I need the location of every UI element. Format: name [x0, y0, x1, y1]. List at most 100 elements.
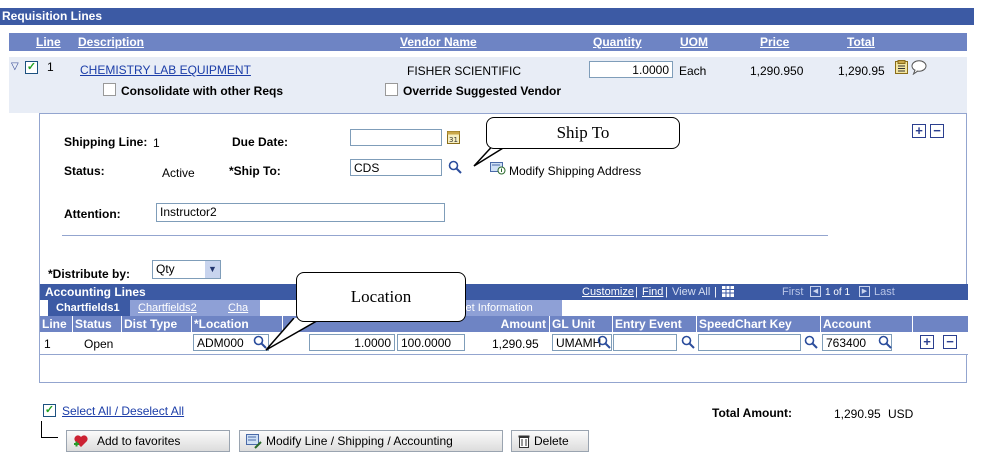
view-all-link[interactable]: View All	[672, 286, 710, 298]
accounting-row: 1 Open ADM000 1.0000 100.0000 1,290.95 U…	[40, 332, 968, 355]
col-vendor-name[interactable]: Vendor Name	[400, 35, 477, 50]
acc-col-amount: Amount	[468, 316, 550, 332]
delete-distribution-row-button[interactable]: −	[943, 335, 957, 349]
divider	[62, 235, 828, 236]
calendar-icon[interactable]: 31	[447, 130, 460, 147]
accounting-lines-bar: Accounting Lines Customize | Find | View…	[40, 284, 968, 300]
acc-col-entry-event: Entry Event	[613, 316, 697, 332]
section-title-bar: Requisition Lines	[0, 8, 974, 25]
col-uom[interactable]: UOM	[680, 35, 708, 50]
status-label: Status:	[64, 164, 105, 178]
shipping-line-value: 1	[153, 136, 160, 150]
price-value: 1,290.950	[750, 64, 804, 78]
ship-to-lookup-icon[interactable]	[448, 160, 462, 177]
prev-icon[interactable]: ◀	[810, 286, 821, 297]
delete-label: Delete	[534, 434, 569, 448]
delete-button[interactable]: Delete	[511, 430, 589, 452]
total-amount-label: Total Amount:	[712, 406, 792, 420]
acc-col-status: Status	[73, 316, 122, 332]
next-icon[interactable]: ▶	[859, 286, 870, 297]
comment-icon[interactable]	[911, 60, 927, 78]
acc-col-dist-type: Dist Type	[122, 316, 192, 332]
nav-separator: |	[635, 286, 638, 298]
consolidate-checkbox[interactable]	[103, 83, 116, 96]
ship-to-input[interactable]: CDS	[350, 159, 442, 176]
entry-event-lookup-icon[interactable]	[681, 335, 695, 352]
acc-amount: 1,290.95	[492, 337, 539, 351]
tab-chartfields3[interactable]: Cha	[220, 300, 260, 316]
modify-line-label: Modify Line / Shipping / Accounting	[266, 434, 453, 448]
line-select-checkbox[interactable]: ✓	[25, 61, 38, 74]
ship-to-callout-text: Ship To	[556, 123, 610, 142]
location-callout-pointer	[265, 318, 323, 351]
vendor-name: FISHER SCIENTIFIC	[407, 64, 522, 78]
shipping-line-label: Shipping Line:	[64, 135, 148, 149]
delete-schedule-button[interactable]: −	[930, 124, 944, 138]
col-description[interactable]: Description	[78, 35, 144, 50]
ship-to-label: *Ship To:	[229, 164, 281, 178]
acc-line-number: 1	[44, 337, 51, 351]
heart-icon	[74, 435, 88, 447]
distribute-by-value: Qty	[156, 262, 175, 276]
entry-event-input[interactable]	[613, 334, 677, 351]
col-price[interactable]: Price	[760, 35, 789, 50]
requisition-line-row: ▽ ✓ 1 CHEMISTRY LAB EQUIPMENT FISHER SCI…	[9, 57, 967, 113]
accounting-lines-title: Accounting Lines	[45, 285, 146, 299]
speedchart-lookup-icon[interactable]	[804, 335, 818, 352]
find-link[interactable]: Find	[642, 286, 663, 298]
ship-to-callout: Ship To	[486, 117, 680, 149]
accounting-grid-header: Line Status Dist Type *Location Amount G…	[40, 316, 968, 332]
total-value: 1,290.95	[838, 64, 885, 78]
override-vendor-checkbox[interactable]	[385, 83, 398, 96]
last-link: Last	[874, 286, 895, 298]
quantity-input[interactable]: 1.0000	[589, 61, 673, 78]
customize-link[interactable]: Customize	[582, 286, 634, 298]
distribute-by-label: *Distribute by:	[48, 267, 131, 281]
modify-line-icon	[246, 433, 262, 449]
add-schedule-button[interactable]: +	[912, 124, 926, 138]
col-quantity[interactable]: Quantity	[593, 35, 642, 50]
select-all-link[interactable]: Select All / Deselect All	[62, 404, 184, 418]
section-title: Requisition Lines	[2, 9, 103, 23]
line-number: 1	[47, 60, 54, 74]
uom-value: Each	[679, 64, 707, 78]
location-callout: Location	[296, 272, 466, 322]
pager-text: 1 of 1	[825, 287, 851, 298]
select-all-checkbox[interactable]: ✓	[43, 404, 56, 417]
tab-chartfields2[interactable]: Chartfields2	[130, 300, 220, 316]
add-to-favorites-label: Add to favorites	[97, 434, 181, 448]
col-total[interactable]: Total	[847, 35, 875, 50]
distribution-percent-input[interactable]: 100.0000	[397, 334, 465, 351]
add-to-favorites-button[interactable]: Add to favorites	[66, 430, 230, 452]
acc-col-gl-unit: GL Unit	[550, 316, 613, 332]
tab-chartfields1[interactable]: Chartfields1	[48, 300, 130, 316]
consolidate-label: Consolidate with other Reqs	[121, 84, 284, 98]
account-lookup-icon[interactable]	[878, 335, 892, 352]
acc-col-speedchart: SpeedChart Key	[697, 316, 821, 332]
notes-icon[interactable]	[895, 60, 908, 74]
line-description-link[interactable]: CHEMISTRY LAB EQUIPMENT	[80, 63, 251, 77]
attention-input[interactable]: Instructor2	[156, 203, 445, 222]
nav-separator: |	[714, 286, 717, 298]
override-vendor-label: Override Suggested Vendor	[403, 84, 562, 98]
total-amount-value: 1,290.95	[834, 407, 881, 421]
attention-label: Attention:	[64, 207, 121, 221]
trash-icon	[518, 435, 530, 448]
first-link: First	[782, 286, 804, 298]
download-grid-icon[interactable]	[722, 286, 734, 300]
gl-unit-lookup-icon[interactable]	[597, 335, 611, 352]
modify-line-button[interactable]: Modify Line / Shipping / Accounting	[239, 430, 503, 452]
total-amount-currency: USD	[888, 407, 914, 421]
svg-text:31: 31	[449, 136, 458, 144]
add-distribution-row-button[interactable]: +	[920, 335, 934, 349]
due-date-input[interactable]	[350, 129, 442, 146]
collapse-icon[interactable]: ▽	[11, 61, 19, 72]
speedchart-input[interactable]	[698, 334, 801, 351]
acc-col-line: Line	[40, 316, 73, 332]
acc-col-account: Account	[821, 316, 913, 332]
status-value: Active	[162, 166, 195, 180]
col-line[interactable]: Line	[36, 35, 61, 50]
location-callout-text: Location	[350, 287, 412, 306]
distribute-by-select[interactable]: Qty ▼	[152, 260, 221, 279]
tab-asset-information[interactable]: set Information	[452, 300, 562, 316]
